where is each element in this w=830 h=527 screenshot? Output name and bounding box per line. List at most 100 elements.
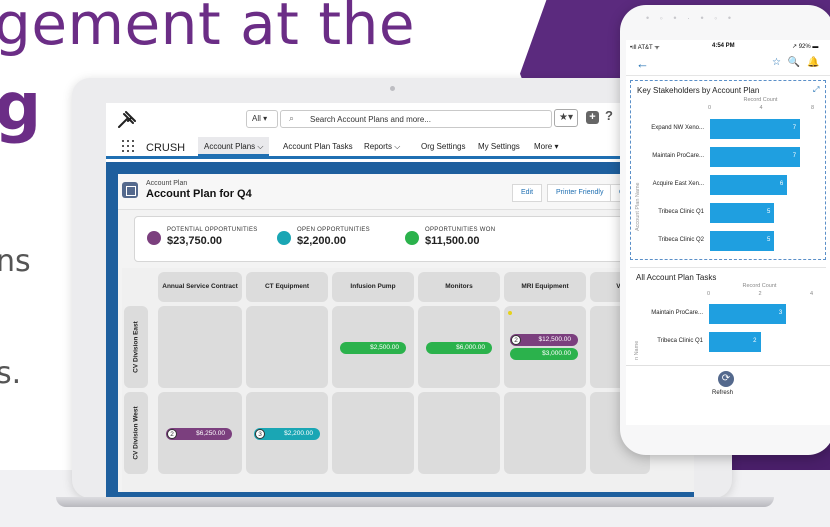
body-text-fragment: ns (0, 244, 31, 279)
favorite-search-notification-icons[interactable]: ☆ 🔍 🔔 (772, 57, 821, 68)
page-body: Account Plan Account Plan for Q4 Edit Pr… (106, 162, 694, 498)
pill-amount: $6,250.00 (196, 430, 225, 437)
x-tick-label: 2 (758, 291, 762, 297)
chart-title: All Account Plan Tasks (636, 273, 717, 282)
opportunity-matrix: Annual Service Contract CT Equipment Inf… (122, 268, 694, 492)
bar: 7 (710, 119, 801, 139)
printer-friendly-button[interactable]: Printer Friendly (547, 184, 613, 202)
kpi-value: $23,750.00 (167, 235, 223, 247)
laptop-base (56, 497, 774, 507)
nav-tab-org-settings[interactable]: Org Settings (421, 137, 465, 156)
kpi-dot (147, 231, 161, 245)
nav-tab-account-plans[interactable]: Account Plans ⌵ (198, 137, 270, 156)
y-category-label: Tribeca Clinic Q2 (658, 237, 704, 243)
x-axis-title: Record Count (743, 97, 778, 103)
opportunity-pill-open[interactable]: 3 $2,200.00 (254, 428, 320, 440)
kpi-value: $2,200.00 (297, 235, 346, 247)
column-header: CT Equipment (246, 272, 328, 302)
y-category-label: Maintain ProCare... (651, 310, 703, 316)
back-arrow-icon[interactable]: ← (636, 56, 649, 71)
body-text-fragment: s. (0, 356, 22, 391)
bar-value-label: 7 (792, 125, 797, 131)
global-header: All ▾ ⌕ Search Account Plans and more...… (106, 103, 694, 137)
matrix-cell[interactable] (246, 306, 328, 388)
matrix-cell[interactable]: $2,500.00 (332, 306, 414, 388)
x-tick-label: 0 (708, 105, 712, 111)
kpi-dot (405, 231, 419, 245)
marketing-composite: gement at the g ns s. All ▾ ⌕ Search Acc… (0, 0, 830, 527)
opportunity-pill-potential[interactable]: 2 $6,250.00 (166, 428, 232, 440)
x-tick-label: 8 (811, 105, 815, 111)
x-tick-label: 0 (707, 291, 711, 297)
opportunity-count-badge: 3 (255, 429, 265, 439)
y-category-label: Tribeca Clinic Q1 (657, 338, 703, 344)
app-navigation-bar: CRUSH Account Plans ⌵ Account Plan Tasks… (106, 137, 694, 159)
row-header: CV Division East (124, 306, 148, 388)
chart-title: Key Stakeholders by Account Plan (637, 86, 760, 95)
expand-icon[interactable]: ⤢ (813, 85, 819, 95)
x-tick-label: 4 (759, 105, 763, 111)
matrix-cell[interactable] (158, 306, 242, 388)
help-icon[interactable]: ? (605, 108, 613, 123)
bar: 5 (710, 203, 775, 223)
opportunity-count-badge: 2 (511, 335, 521, 345)
favorites-button[interactable]: ★▾ (554, 109, 578, 127)
matrix-cell[interactable]: 2 $12,500.00 $3,000.00 (504, 306, 586, 388)
key-stakeholders-chart-card[interactable]: Key Stakeholders by Account Plan ⤢ Recor… (630, 80, 826, 260)
y-category-label: Maintain ProCare... (652, 153, 704, 159)
x-axis-title: Record Count (742, 283, 777, 289)
hero-headline-second-line: g (0, 68, 42, 145)
pill-amount: $12,500.00 (538, 336, 571, 343)
account-plan-icon (122, 182, 138, 198)
mobile-nav-bar: ← ☆ 🔍 🔔 (626, 54, 830, 76)
nav-tab-reports[interactable]: Reports ⌵ (364, 137, 400, 156)
kpi-label: OPEN OPPORTUNITIES (297, 227, 370, 233)
kpi-label: POTENTIAL OPPORTUNITIES (167, 227, 258, 233)
row-label: CV Division West (132, 406, 140, 460)
opportunity-pill-won[interactable]: $6,000.00 (426, 342, 492, 354)
record-header: Account Plan Account Plan for Q4 Edit Pr… (118, 174, 694, 210)
bar: 3 (709, 304, 787, 324)
app-name: CRUSH (146, 142, 186, 154)
y-category-label: Expand NW Xeno... (651, 125, 704, 131)
matrix-cell[interactable]: 2 $6,250.00 (158, 392, 242, 474)
laptop-screen: All ▾ ⌕ Search Account Plans and more...… (106, 103, 694, 498)
matrix-cell[interactable] (418, 392, 500, 474)
kpi-summary: POTENTIAL OPPORTUNITIES $23,750.00 OPEN … (134, 216, 694, 262)
matrix-cell[interactable]: $6,000.00 (418, 306, 500, 388)
opportunity-count-badge: 2 (167, 429, 177, 439)
kpi-value: $11,500.00 (425, 235, 480, 247)
y-category-label: Tribeca Clinic Q1 (658, 209, 704, 215)
search-scope-select[interactable]: All ▾ (246, 110, 278, 128)
global-search-input[interactable]: ⌕ Search Account Plans and more... (280, 110, 552, 128)
refresh-label[interactable]: Refresh (712, 390, 733, 396)
pill-amount: $2,200.00 (284, 430, 313, 437)
bar: 6 (710, 175, 788, 195)
laptop-camera (390, 86, 395, 91)
bar-value-label: 5 (767, 209, 771, 215)
matrix-cell[interactable]: 3 $2,200.00 (246, 392, 328, 474)
nav-tab-more[interactable]: More ▾ (534, 137, 558, 156)
record-type-label: Account Plan (146, 180, 188, 187)
row-header: CV Division West (124, 392, 148, 474)
phone-speaker: • ◦ • · • ◦ • (646, 13, 735, 23)
y-axis-title: Account Plan Name (635, 182, 641, 231)
edit-button[interactable]: Edit (512, 184, 543, 202)
bar: 7 (710, 147, 801, 167)
nav-tab-my-settings[interactable]: My Settings (478, 137, 520, 156)
search-icon: ⌕ (289, 113, 295, 123)
opportunity-pill-won[interactable]: $3,000.00 (510, 348, 578, 360)
column-header: Monitors (418, 272, 500, 302)
opportunity-pill-potential[interactable]: 2 $12,500.00 (510, 334, 578, 346)
status-time: 4:54 PM (712, 43, 735, 49)
battery-status: ↗ 92% ▬ (792, 44, 819, 50)
account-plan-tasks-chart-card[interactable]: All Account Plan Tasks Record Count 0 2 4 n … (630, 267, 826, 367)
global-actions-plus-icon[interactable]: + (586, 111, 599, 124)
matrix-cell[interactable] (332, 392, 414, 474)
nav-tab-account-plan-tasks[interactable]: Account Plan Tasks (283, 137, 353, 156)
app-launcher-icon[interactable] (122, 140, 134, 152)
matrix-cell[interactable] (504, 392, 586, 474)
refresh-icon[interactable]: ⟳ (718, 371, 734, 387)
bar-value-label: 2 (753, 338, 757, 344)
opportunity-pill-won[interactable]: $2,500.00 (340, 342, 406, 354)
